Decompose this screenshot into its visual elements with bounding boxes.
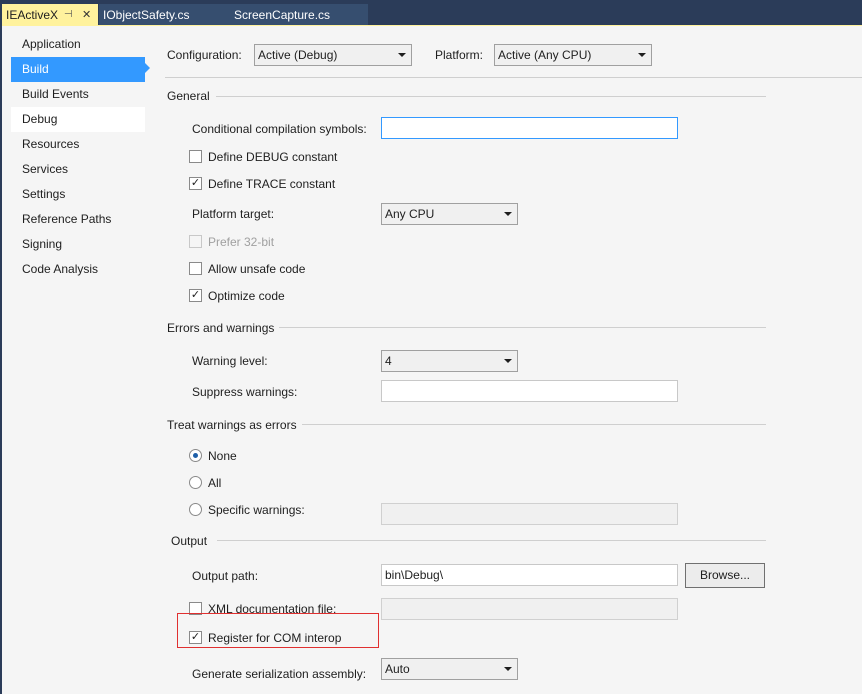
sidebar-item-reference-paths[interactable]: Reference Paths <box>11 207 145 232</box>
sidebar-item-debug[interactable]: Debug <box>11 107 145 132</box>
define-debug-checkbox[interactable] <box>189 150 202 163</box>
optimize-label: Optimize code <box>208 289 285 303</box>
sidebar-item-signing[interactable]: Signing <box>11 232 145 257</box>
chevron-down-icon <box>504 359 512 363</box>
sidebar-item-build-events[interactable]: Build Events <box>11 82 145 107</box>
platform-target-select[interactable]: Any CPU <box>381 203 518 225</box>
divider <box>165 77 862 78</box>
sidebar-item-resources[interactable]: Resources <box>11 132 145 157</box>
symbols-input[interactable] <box>381 117 678 139</box>
section-treat-title: Treat warnings as errors <box>167 418 297 432</box>
platform-label: Platform: <box>435 48 484 62</box>
browse-button[interactable]: Browse... <box>685 563 765 588</box>
configuration-value: Active (Debug) <box>258 48 338 62</box>
symbols-label: Conditional compilation symbols: <box>192 122 367 136</box>
pin-icon[interactable]: ⊣ <box>64 4 73 26</box>
specific-warnings-input <box>381 503 678 525</box>
section-rule <box>279 327 766 328</box>
tab-ieactivex[interactable]: IEActiveX ⊣ ✕ <box>2 4 98 26</box>
section-output-title: Output <box>171 534 208 548</box>
platform-target-value: Any CPU <box>385 207 435 221</box>
define-trace-checkbox[interactable]: ✓ <box>189 177 202 190</box>
all-label: All <box>208 476 222 490</box>
serialization-value: Auto <box>385 662 410 676</box>
chevron-down-icon <box>504 667 512 671</box>
specific-label: Specific warnings: <box>208 503 305 517</box>
all-radio[interactable] <box>189 476 202 489</box>
annotation-highlight-box <box>177 613 379 648</box>
sidebar-item-application[interactable]: Application <box>11 32 145 57</box>
section-rule <box>302 424 766 425</box>
chevron-down-icon <box>638 53 646 57</box>
sidebar-item-settings[interactable]: Settings <box>11 182 145 207</box>
platform-value: Active (Any CPU) <box>498 48 592 62</box>
sidebar-item-services[interactable]: Services <box>11 157 145 182</box>
none-radio[interactable] <box>189 449 202 462</box>
warning-level-select[interactable]: 4 <box>381 350 518 372</box>
sidebar: Application Build Build Events Debug Res… <box>11 32 145 282</box>
checkmark-icon: ✓ <box>190 177 201 189</box>
serialization-select[interactable]: Auto <box>381 658 518 680</box>
xml-doc-input <box>381 598 678 620</box>
section-rule <box>217 540 766 541</box>
define-trace-label: Define TRACE constant <box>208 177 336 191</box>
configuration-select[interactable]: Active (Debug) <box>254 44 412 66</box>
sidebar-item-build[interactable]: Build <box>11 57 145 82</box>
unsafe-checkbox[interactable] <box>189 262 202 275</box>
optimize-checkbox[interactable]: ✓ <box>189 289 202 302</box>
output-path-input[interactable]: bin\Debug\ <box>381 564 678 586</box>
chevron-down-icon <box>398 53 406 57</box>
serialization-label: Generate serialization assembly: <box>192 667 367 681</box>
platform-select[interactable]: Active (Any CPU) <box>494 44 652 66</box>
warning-level-value: 4 <box>385 354 392 368</box>
tab-label: ScreenCapture.cs <box>234 8 331 22</box>
platform-target-label: Platform target: <box>192 207 275 221</box>
prefer32-label: Prefer 32-bit <box>208 235 275 249</box>
sidebar-item-code-analysis[interactable]: Code Analysis <box>11 257 145 282</box>
unsafe-label: Allow unsafe code <box>208 262 306 276</box>
configuration-label: Configuration: <box>167 48 242 62</box>
checkmark-icon: ✓ <box>190 289 201 301</box>
none-label: None <box>208 449 237 463</box>
section-errors-title: Errors and warnings <box>167 321 275 335</box>
section-general-title: General <box>167 89 210 103</box>
close-icon[interactable]: ✕ <box>82 4 91 26</box>
suppress-label: Suppress warnings: <box>192 385 298 399</box>
section-rule <box>216 96 766 97</box>
suppress-input[interactable] <box>381 380 678 402</box>
tab-label: IEActiveX <box>6 8 59 22</box>
selected-item-arrow-icon <box>144 62 150 74</box>
output-path-label: Output path: <box>192 569 259 583</box>
define-debug-label: Define DEBUG constant <box>208 150 338 164</box>
tab-screencapture[interactable]: ScreenCapture.cs <box>219 4 368 26</box>
warning-level-label: Warning level: <box>192 354 268 368</box>
specific-radio[interactable] <box>189 503 202 516</box>
tab-label: IObjectSafety.cs <box>103 8 190 22</box>
prefer32-checkbox <box>189 235 202 248</box>
tab-iobjectsafety[interactable]: IObjectSafety.cs <box>99 4 219 26</box>
chevron-down-icon <box>504 212 512 216</box>
